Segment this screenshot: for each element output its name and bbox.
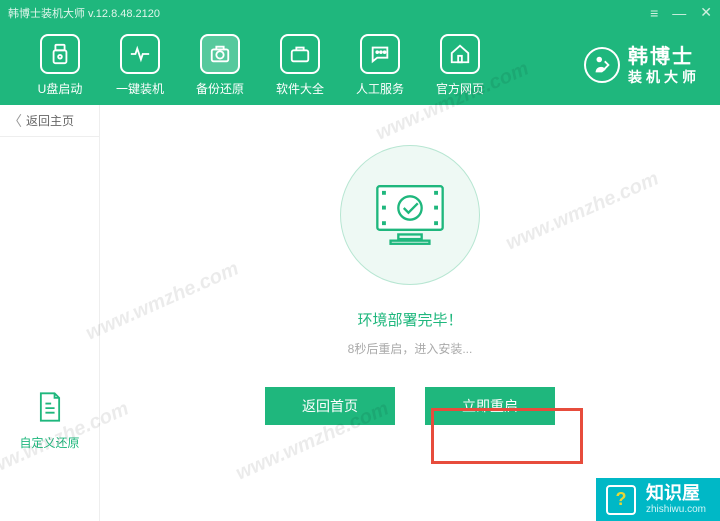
nav-bar: U盘启动 一键装机 备份还原 软件大全 人工服务 [0, 25, 720, 105]
zsw-name: 知识屋 [646, 484, 706, 504]
nav-usb-boot[interactable]: U盘启动 [20, 34, 100, 97]
nav-label: U盘启动 [38, 80, 83, 97]
title-bar: 韩博士装机大师 v.12.8.48.2120 ≡ — ✕ [0, 0, 720, 25]
nav-label: 一键装机 [116, 80, 164, 97]
zsw-url: zhishiwu.com [646, 504, 706, 515]
brand: 韩博士 装机大师 [584, 45, 700, 86]
chevron-left-icon: 〈 [8, 111, 22, 131]
nav-label: 软件大全 [276, 80, 324, 97]
chat-icon [360, 34, 400, 74]
nav-software[interactable]: 软件大全 [260, 34, 340, 97]
menu-icon[interactable]: ≡ [650, 5, 658, 21]
countdown-text: 8秒后重启，进入安装... [348, 340, 473, 357]
minimize-icon[interactable]: — [672, 5, 686, 21]
success-illustration [340, 145, 480, 285]
brand-logo-icon [584, 47, 620, 83]
close-icon[interactable]: ✕ [700, 4, 712, 21]
nav-support[interactable]: 人工服务 [340, 34, 420, 97]
sidebar-custom-restore[interactable]: 自定义还原 [0, 391, 99, 521]
sidebar: 〈 返回主页 自定义还原 [0, 105, 100, 521]
nav-label: 官方网页 [436, 80, 484, 97]
brand-name: 韩博士 [628, 45, 700, 69]
camera-icon [200, 34, 240, 74]
nav-backup-restore[interactable]: 备份还原 [180, 34, 260, 97]
heartbeat-icon [120, 34, 160, 74]
window-controls: ≡ — ✕ [650, 4, 712, 21]
back-label: 返回主页 [26, 112, 74, 129]
body: 〈 返回主页 自定义还原 环境部署完毕！ 8秒 [0, 105, 720, 521]
nav-label: 备份还原 [196, 80, 244, 97]
button-row: 返回首页 立即重启 [265, 387, 555, 425]
sidebar-custom-label: 自定义还原 [0, 434, 99, 451]
app-title: 韩博士装机大师 v.12.8.48.2120 [8, 5, 160, 21]
briefcase-icon [280, 34, 320, 74]
nav-label: 人工服务 [356, 80, 404, 97]
nav-one-click-install[interactable]: 一键装机 [100, 34, 180, 97]
header: 韩博士装机大师 v.12.8.48.2120 ≡ — ✕ U盘启动 一键装机 备… [0, 0, 720, 105]
status-text: 环境部署完毕！ [357, 309, 462, 330]
home-button[interactable]: 返回首页 [265, 387, 395, 425]
file-icon [36, 391, 64, 423]
usb-icon [40, 34, 80, 74]
nav-website[interactable]: 官方网页 [420, 34, 500, 97]
zhishiwu-watermark: ? 知识屋 zhishiwu.com [596, 478, 720, 521]
home-icon [440, 34, 480, 74]
back-link[interactable]: 〈 返回主页 [0, 105, 99, 137]
question-icon: ? [606, 485, 636, 515]
restart-button[interactable]: 立即重启 [425, 387, 555, 425]
brand-subtitle: 装机大师 [628, 69, 700, 86]
main-content: 环境部署完毕！ 8秒后重启，进入安装... 返回首页 立即重启 [100, 105, 720, 521]
